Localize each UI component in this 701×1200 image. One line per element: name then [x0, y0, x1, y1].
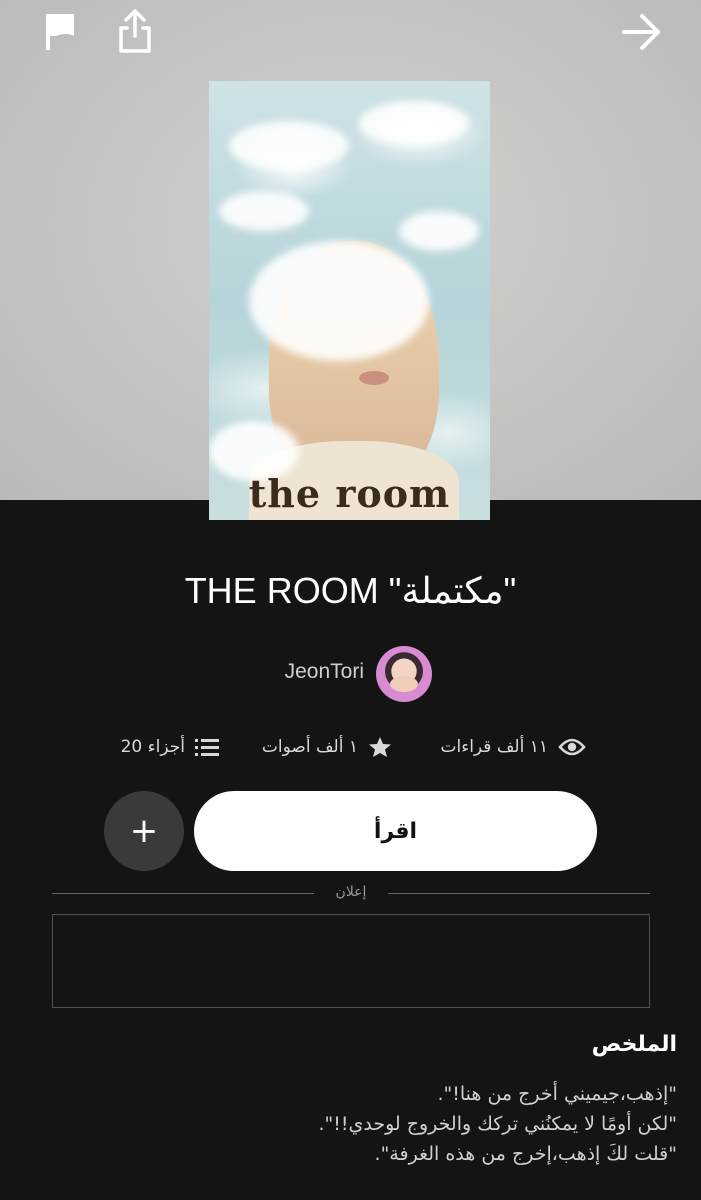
ad-label: إعلان	[335, 884, 367, 900]
stat-reads: ١١ ألف قراءات	[440, 730, 586, 764]
ad-divider: إعلان	[52, 884, 650, 904]
star-icon	[369, 737, 391, 757]
cover-title: the room	[248, 471, 451, 516]
arrow-right-icon[interactable]	[620, 12, 664, 52]
add-to-library-button[interactable]: +	[104, 791, 184, 871]
stat-votes: ١ ألف أصوات	[262, 730, 392, 764]
story-stats: ١١ ألف قراءات ١ ألف أصوات 20 أجزاء	[0, 730, 701, 764]
reads-count: ١١ ألف قراءات	[440, 737, 548, 757]
cover-image[interactable]: the room	[209, 81, 490, 520]
summary-line: "إذهب،جيميني أخرج من هنا!".	[437, 1083, 677, 1105]
summary-line: "قلت لكَ إذهب،إخرج من هذه الغرفة".	[374, 1143, 677, 1165]
summary-line: "لكن أومًا لا يمكنُني تركك والخروج لوحدي…	[318, 1113, 677, 1135]
eye-icon	[558, 738, 586, 756]
share-icon[interactable]	[116, 8, 154, 54]
flag-icon[interactable]	[46, 14, 76, 50]
summary-heading: الملخص	[591, 1032, 677, 1057]
list-icon	[195, 739, 219, 756]
story-title: THE ROOM "مكتملة"	[184, 570, 517, 611]
ad-slot[interactable]	[52, 914, 650, 1008]
summary-section: الملخص "إذهب،جيميني أخرج من هنا!". "لكن …	[37, 1032, 677, 1169]
stat-parts: 20 أجزاء	[121, 730, 219, 764]
author-name[interactable]: JeonTori	[285, 660, 364, 684]
author-row[interactable]: JeonTori	[0, 646, 701, 702]
avatar[interactable]	[376, 646, 432, 702]
parts-count: 20 أجزاء	[120, 737, 185, 757]
read-button[interactable]: اقرأ	[194, 791, 597, 871]
votes-count: ١ ألف أصوات	[261, 737, 358, 757]
